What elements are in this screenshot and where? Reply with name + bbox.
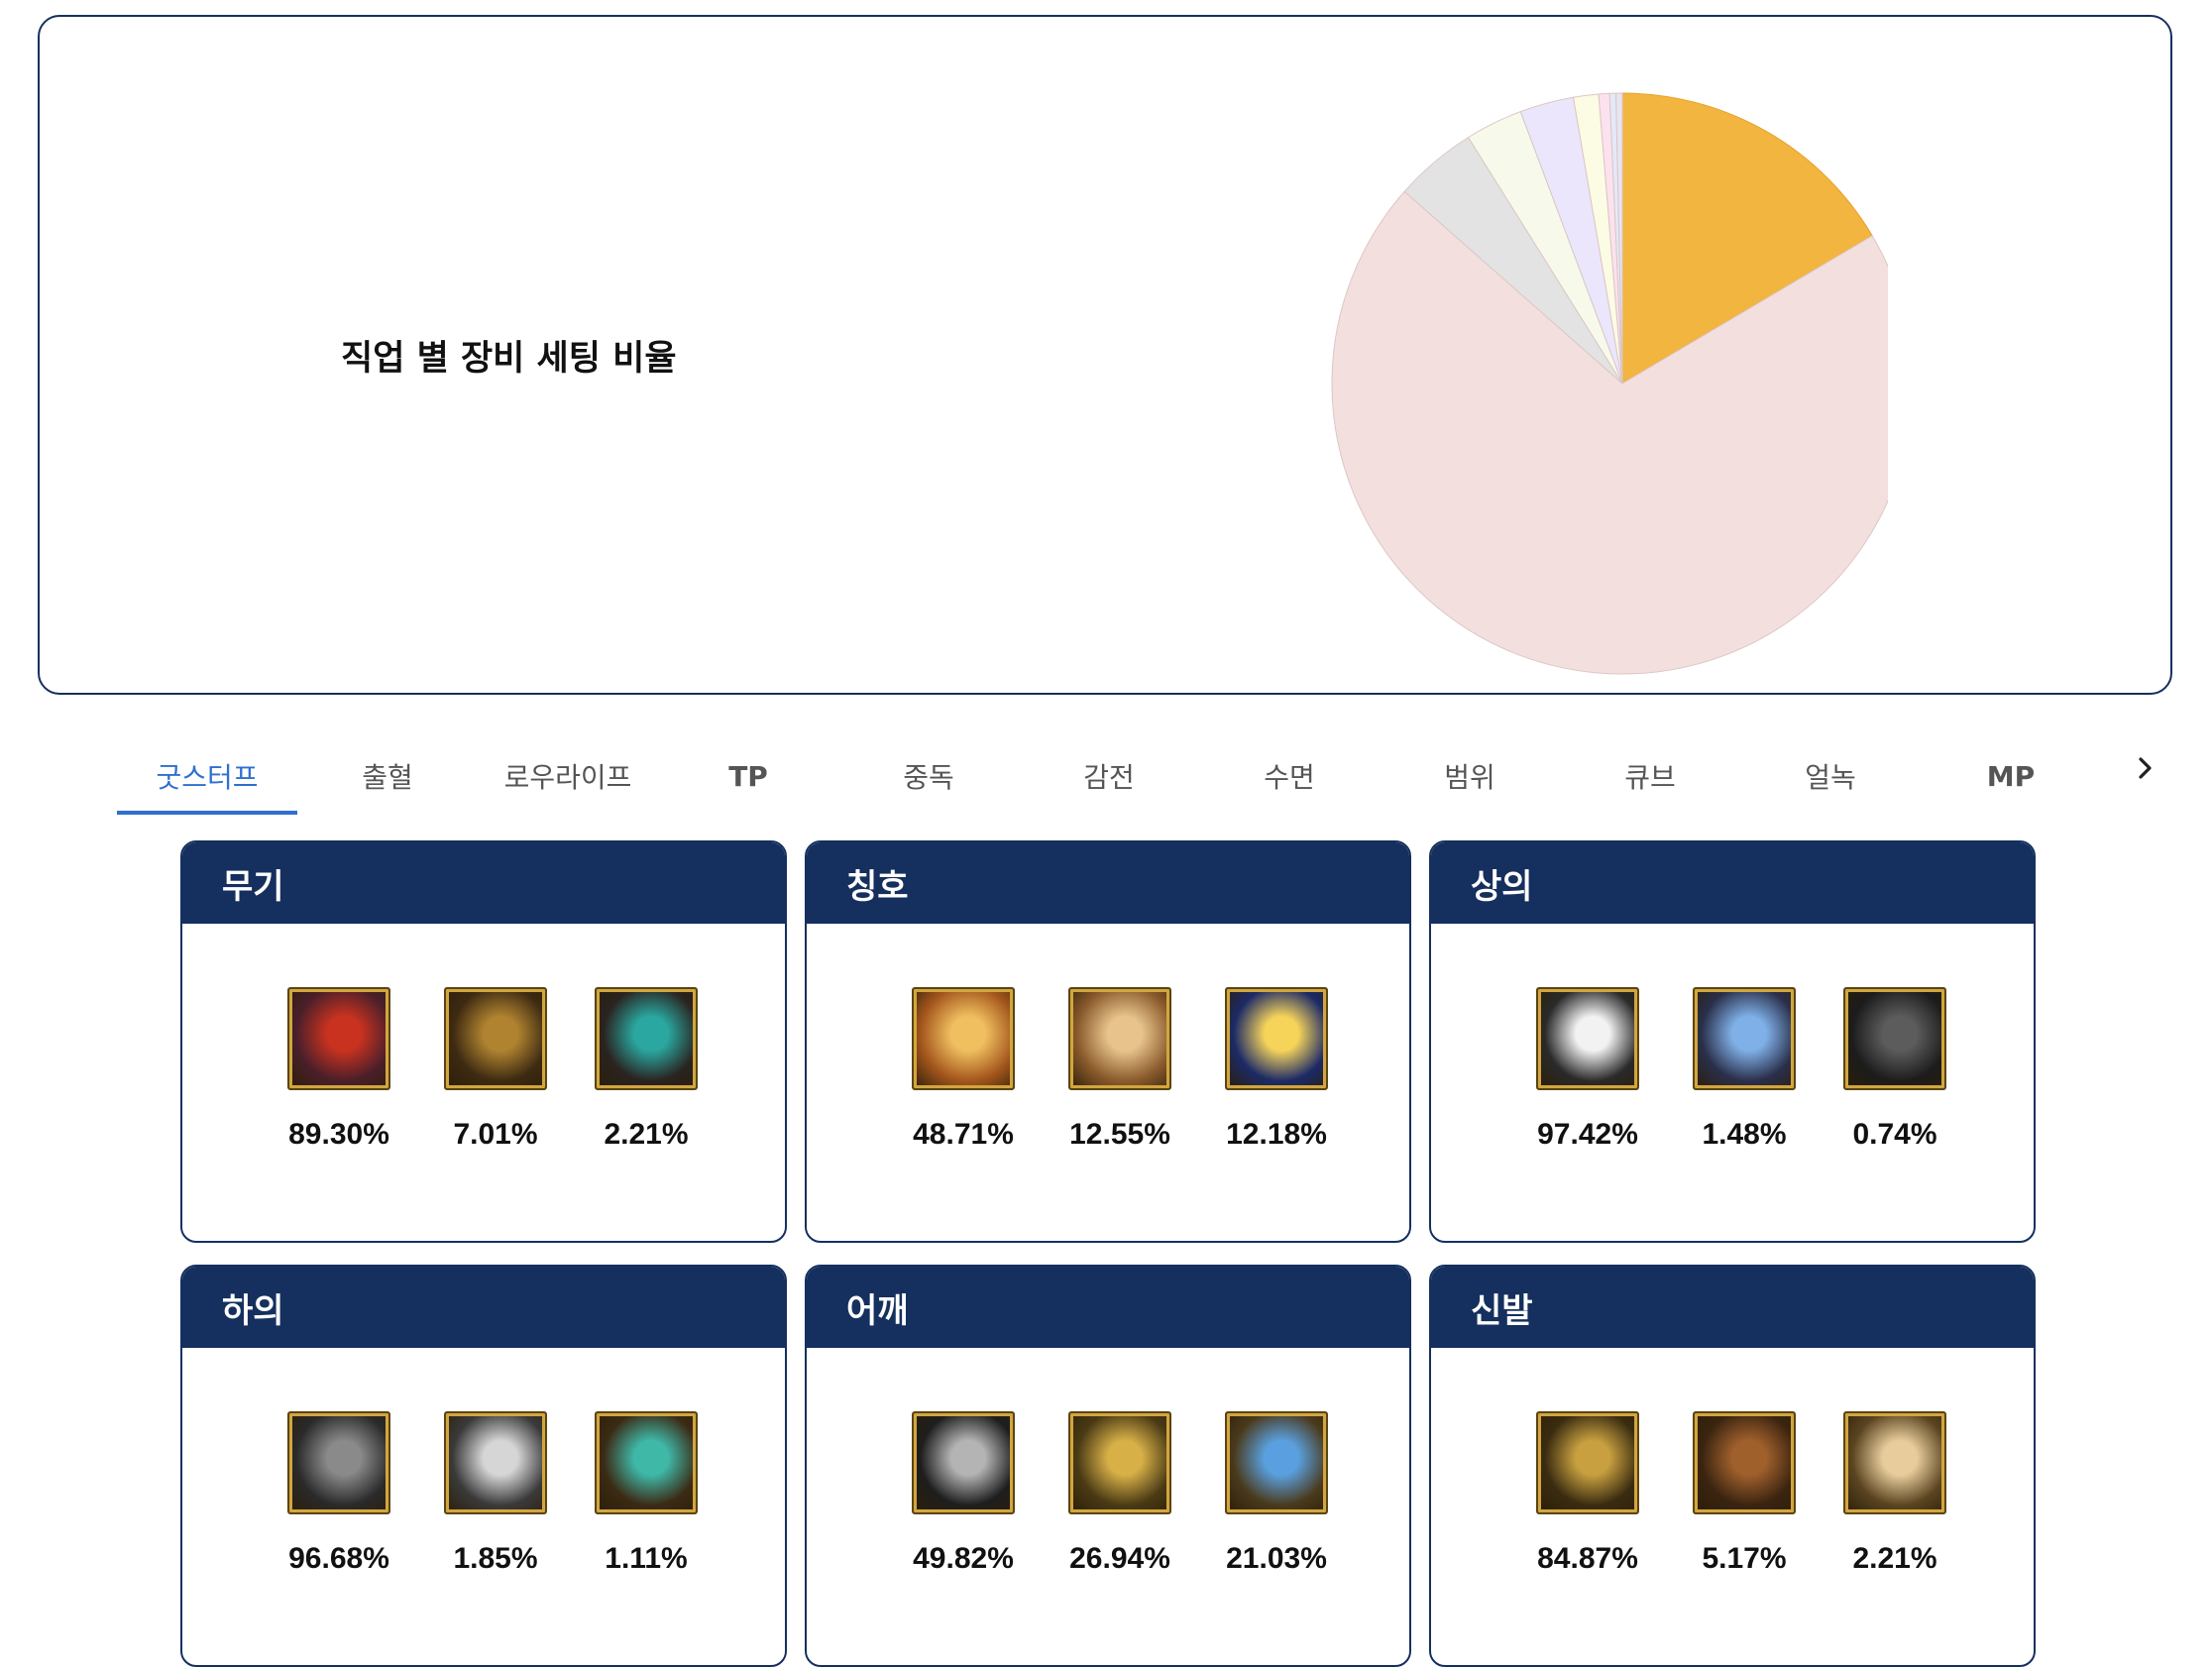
equipment-item[interactable]: 97.42% <box>1508 987 1667 1152</box>
bronze-title-icon[interactable] <box>1068 987 1171 1090</box>
card-body: 89.30% 7.01% 2.21% <box>182 924 785 1241</box>
usage-percent: 1.48% <box>1702 1118 1787 1151</box>
tab-10[interactable]: MP <box>1921 735 2101 817</box>
card-title: 어깨 <box>807 1267 1409 1348</box>
tab-1[interactable]: 출혈 <box>297 735 478 817</box>
brown-boots-icon[interactable] <box>1693 1411 1796 1514</box>
usage-percent: 12.18% <box>1226 1118 1327 1151</box>
equipment-card: 어깨 49.82% 26.94% 21.03% <box>805 1265 1411 1667</box>
equipment-item[interactable]: 89.30% <box>260 987 418 1152</box>
gold-spear-icon[interactable] <box>444 987 547 1090</box>
gold-boots-icon[interactable] <box>1536 1411 1639 1514</box>
equipment-item[interactable]: 48.71% <box>884 987 1043 1152</box>
blue-armor-icon[interactable] <box>1693 987 1796 1090</box>
equipment-item[interactable]: 26.94% <box>1041 1411 1199 1576</box>
equipment-item[interactable]: 12.18% <box>1197 987 1356 1152</box>
card-body: 96.68% 1.85% 1.11% <box>182 1348 785 1665</box>
equipment-card: 신발 84.87% 5.17% 2.21% <box>1429 1265 2036 1667</box>
equipment-item[interactable]: 84.87% <box>1508 1411 1667 1576</box>
teal-cannon-icon[interactable] <box>595 987 698 1090</box>
equipment-item[interactable]: 1.11% <box>567 1411 725 1576</box>
tab-4[interactable]: 중독 <box>838 735 1019 817</box>
equipment-item[interactable]: 2.21% <box>1816 1411 1974 1576</box>
tab-9[interactable]: 얼녹 <box>1740 735 1921 817</box>
tab-0[interactable]: 굿스터프 <box>117 735 297 817</box>
equipment-card: 무기 89.30% 7.01% 2.21% <box>180 840 787 1243</box>
card-title: 신발 <box>1431 1267 2034 1348</box>
chevron-right-icon[interactable] <box>2123 735 2168 801</box>
usage-percent: 1.85% <box>453 1542 538 1575</box>
equipment-item[interactable]: 2.21% <box>567 987 725 1152</box>
equipment-item[interactable]: 12.55% <box>1041 987 1199 1152</box>
tan-boots-icon[interactable] <box>1843 1411 1946 1514</box>
equipment-item[interactable]: 7.01% <box>416 987 575 1152</box>
tab-6[interactable]: 수면 <box>1199 735 1380 817</box>
card-body: 84.87% 5.17% 2.21% <box>1431 1348 2034 1665</box>
equipment-card: 하의 96.68% 1.85% 1.11% <box>180 1265 787 1667</box>
usage-percent: 26.94% <box>1069 1542 1170 1575</box>
usage-percent: 84.87% <box>1537 1542 1638 1575</box>
tab-5[interactable]: 감전 <box>1019 735 1199 817</box>
equipment-item[interactable]: 5.17% <box>1665 1411 1824 1576</box>
gold-shoulder-icon[interactable] <box>1068 1411 1171 1514</box>
dark-pants-icon[interactable] <box>287 1411 390 1514</box>
tab-7[interactable]: 범위 <box>1380 735 1560 817</box>
gold-title-icon[interactable] <box>912 987 1015 1090</box>
blue-shoulder-icon[interactable] <box>1225 1411 1328 1514</box>
usage-percent: 1.11% <box>605 1542 688 1575</box>
black-jacket-icon[interactable] <box>1843 987 1946 1090</box>
card-title: 칭호 <box>807 842 1409 924</box>
usage-percent: 49.82% <box>913 1542 1014 1575</box>
card-body: 48.71% 12.55% 12.18% <box>807 924 1409 1241</box>
card-body: 49.82% 26.94% 21.03% <box>807 1348 1409 1665</box>
usage-percent: 7.01% <box>453 1118 538 1151</box>
usage-percent: 97.42% <box>1537 1118 1638 1151</box>
equipment-item[interactable]: 49.82% <box>884 1411 1043 1576</box>
dragon-weapon-icon[interactable] <box>287 987 390 1090</box>
usage-percent: 2.21% <box>1852 1542 1937 1575</box>
equipment-card: 상의 97.42% 1.48% 0.74% <box>1429 840 2036 1243</box>
card-title: 무기 <box>182 842 785 924</box>
white-coat-icon[interactable] <box>1536 987 1639 1090</box>
chart-panel: 직업 별 장비 세팅 비율 <box>38 15 2172 695</box>
usage-percent: 89.30% <box>288 1118 389 1151</box>
card-body: 97.42% 1.48% 0.74% <box>1431 924 2034 1241</box>
tab-bar: 굿스터프 출혈 로우라이프 TP 중독 감전 수면 범위 큐브 얼녹 MP <box>117 735 2168 817</box>
chart-title: 직업 별 장비 세팅 비율 <box>341 339 677 379</box>
star-title-icon[interactable] <box>1225 987 1328 1090</box>
usage-percent: 5.17% <box>1702 1542 1787 1575</box>
tab-2[interactable]: 로우라이프 <box>478 735 658 817</box>
tab-3[interactable]: TP <box>658 735 838 817</box>
steel-shoulder-icon[interactable] <box>912 1411 1015 1514</box>
equipment-card: 칭호 48.71% 12.55% 12.18% <box>805 840 1411 1243</box>
equipment-item[interactable]: 96.68% <box>260 1411 418 1576</box>
card-title: 상의 <box>1431 842 2034 924</box>
usage-percent: 48.71% <box>913 1118 1014 1151</box>
usage-percent: 2.21% <box>604 1118 689 1151</box>
teal-pants-icon[interactable] <box>595 1411 698 1514</box>
tab-8[interactable]: 큐브 <box>1560 735 1740 817</box>
equipment-item[interactable]: 21.03% <box>1197 1411 1356 1576</box>
silver-pants-icon[interactable] <box>444 1411 547 1514</box>
equipment-item[interactable]: 1.48% <box>1665 987 1824 1152</box>
card-title: 하의 <box>182 1267 785 1348</box>
pie-chart <box>1331 92 1888 675</box>
equipment-item[interactable]: 0.74% <box>1816 987 1974 1152</box>
usage-percent: 21.03% <box>1226 1542 1327 1575</box>
equipment-item[interactable]: 1.85% <box>416 1411 575 1576</box>
usage-percent: 12.55% <box>1069 1118 1170 1151</box>
usage-percent: 0.74% <box>1852 1118 1937 1151</box>
usage-percent: 96.68% <box>288 1542 389 1575</box>
